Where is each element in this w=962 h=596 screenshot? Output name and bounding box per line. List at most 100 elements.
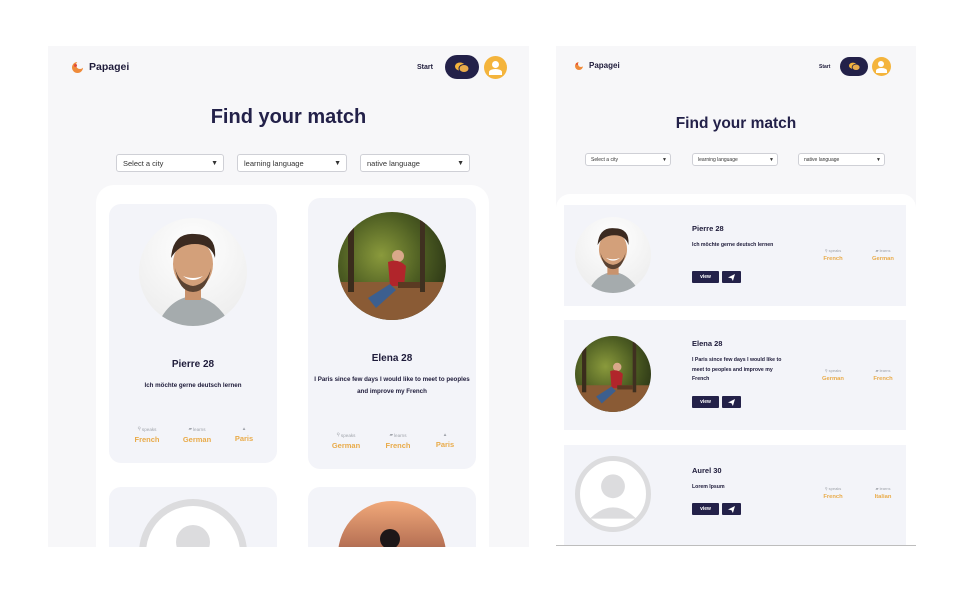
speaks-value: French bbox=[134, 435, 160, 444]
profile-card[interactable]: Pierre 28 Ich möchte gerne deutsch lerne… bbox=[109, 204, 277, 463]
profile-actions: view bbox=[692, 271, 741, 283]
brand[interactable]: Papagei bbox=[575, 61, 620, 70]
learns-label: learns bbox=[879, 368, 891, 373]
learns-stat: ▰ learns French bbox=[371, 432, 425, 450]
paper-plane-icon bbox=[728, 505, 735, 513]
profile-name: Pierre 28 bbox=[171, 359, 215, 370]
results-panel: Pierre 28 Ich möchte gerne deutsch lerne… bbox=[556, 194, 916, 547]
paper-plane-icon bbox=[728, 273, 735, 281]
learns-stat: ▰ learns French bbox=[858, 368, 908, 382]
paper-plane-icon bbox=[728, 398, 735, 406]
chevron-down-icon: ▼ bbox=[662, 156, 667, 163]
profile-bio: I Paris since few days I would like to m… bbox=[314, 376, 470, 395]
profile-actions: view bbox=[692, 503, 741, 515]
parrot-logo-icon bbox=[575, 61, 584, 70]
chevron-down-icon: ▼ bbox=[211, 159, 218, 167]
learns-stat: ▰ learns German bbox=[172, 426, 222, 444]
city-select[interactable]: Select a city ▼ bbox=[585, 153, 671, 166]
learns-stat: ▰ learns Italian bbox=[858, 486, 908, 500]
chevron-down-icon: ▼ bbox=[457, 159, 464, 167]
profile-bio: Ich möchte gerne deutsch lernen bbox=[692, 242, 774, 248]
profile-photo bbox=[338, 212, 446, 320]
learns-label: learns bbox=[879, 248, 891, 253]
profile-name: Elena 28 bbox=[371, 353, 413, 364]
profile-card[interactable]: Elena 28 I Paris since few days I would … bbox=[308, 198, 476, 469]
view-profile-button[interactable]: view bbox=[692, 271, 719, 283]
learns-value: German bbox=[182, 435, 212, 444]
profile-name: Elena 28 bbox=[692, 339, 723, 348]
city-select-value: Select a city bbox=[123, 158, 164, 168]
profile-card[interactable] bbox=[109, 487, 277, 547]
city-select-value: Select a city bbox=[591, 156, 618, 163]
view-profile-button[interactable]: view bbox=[692, 503, 719, 515]
nav-start-link[interactable]: Start bbox=[417, 64, 433, 71]
learns-label: learns bbox=[394, 432, 407, 438]
brand[interactable]: Papagei bbox=[72, 61, 129, 73]
list-screen: Papagei Start Find your match Select a c… bbox=[556, 46, 916, 547]
messages-button[interactable] bbox=[840, 57, 868, 76]
city-stat: ▲ Paris bbox=[425, 432, 465, 450]
chat-icon: ▰ bbox=[875, 368, 879, 373]
speaks-label: speaks bbox=[828, 368, 842, 373]
parrot-logo-icon bbox=[72, 61, 84, 73]
learns-value: French bbox=[385, 441, 411, 450]
view-profile-button[interactable]: view bbox=[692, 396, 719, 408]
search-icon: ⚲ bbox=[824, 486, 828, 491]
send-message-button[interactable] bbox=[722, 503, 741, 515]
speaks-stat: ⚲ speaks French bbox=[808, 248, 858, 262]
account-avatar-button[interactable] bbox=[484, 56, 507, 79]
search-icon: ⚲ bbox=[336, 432, 340, 437]
native-language-select[interactable]: native language ▼ bbox=[798, 153, 885, 166]
profile-actions: view bbox=[692, 396, 741, 408]
chat-icon: ▰ bbox=[875, 486, 879, 491]
chevron-down-icon: ▼ bbox=[334, 159, 341, 167]
search-icon: ⚲ bbox=[824, 368, 828, 373]
learning-language-select[interactable]: learning language ▼ bbox=[237, 154, 347, 172]
profile-photo bbox=[139, 218, 247, 326]
page-title: Find your match bbox=[210, 106, 367, 128]
learns-value: German bbox=[872, 256, 894, 262]
profile-row[interactable]: Pierre 28 Ich möchte gerne deutsch lerne… bbox=[564, 205, 906, 306]
send-message-button[interactable] bbox=[722, 271, 741, 283]
learning-language-select[interactable]: learning language ▼ bbox=[692, 153, 778, 166]
user-avatar-icon bbox=[878, 61, 884, 67]
speaks-value: French bbox=[823, 494, 843, 500]
chat-bubbles-icon bbox=[455, 62, 469, 73]
chevron-down-icon: ▼ bbox=[876, 156, 881, 163]
placeholder-avatar-icon bbox=[139, 499, 247, 547]
page-title: Find your match bbox=[675, 115, 797, 132]
profile-row[interactable]: Elena 28 I Paris since few days I would … bbox=[564, 320, 906, 430]
speaks-stat: ⚲ speaks German bbox=[321, 432, 371, 450]
speaks-label: speaks bbox=[828, 248, 842, 253]
learns-value: French bbox=[873, 376, 893, 382]
speaks-value: German bbox=[331, 441, 361, 450]
profile-bio: Lorem Ipsum bbox=[692, 484, 725, 490]
building-icon: ▲ bbox=[442, 432, 448, 437]
results-panel: Pierre 28 Ich möchte gerne deutsch lerne… bbox=[96, 185, 489, 547]
profile-name: Aurel 30 bbox=[692, 466, 722, 475]
profile-photo bbox=[338, 501, 446, 547]
profile-stats: ⚲ speaks French ▰ learns German ▲ Paris bbox=[122, 426, 266, 444]
profile-photo bbox=[575, 217, 651, 293]
learning-language-select-value: learning language bbox=[698, 156, 738, 163]
learns-value: Italian bbox=[874, 494, 892, 500]
learns-stat: ▰ learns German bbox=[858, 248, 908, 262]
speaks-label: speaks bbox=[141, 426, 157, 432]
nav-start-link[interactable]: Start bbox=[819, 64, 830, 70]
search-icon: ⚲ bbox=[824, 248, 828, 253]
speaks-stat: ⚲ speaks French bbox=[808, 486, 858, 500]
chat-icon: ▰ bbox=[389, 432, 394, 437]
native-language-select[interactable]: native language ▼ bbox=[360, 154, 470, 172]
city-select[interactable]: Select a city ▼ bbox=[116, 154, 224, 172]
learns-label: learns bbox=[879, 486, 891, 491]
profile-card[interactable] bbox=[308, 487, 476, 547]
profile-stats: ⚲ speaks French ▰ learns German bbox=[808, 248, 908, 262]
messages-button[interactable] bbox=[445, 55, 479, 79]
building-icon: ▲ bbox=[241, 426, 247, 431]
chat-icon: ▰ bbox=[875, 248, 879, 253]
send-message-button[interactable] bbox=[722, 396, 741, 408]
user-avatar-icon bbox=[492, 61, 499, 68]
profile-row[interactable]: Aurel 30 Lorem Ipsum view ⚲ speaks French… bbox=[564, 445, 906, 545]
account-avatar-button[interactable] bbox=[872, 57, 891, 76]
profile-stats: ⚲ speaks French ▰ learns Italian bbox=[808, 486, 908, 500]
